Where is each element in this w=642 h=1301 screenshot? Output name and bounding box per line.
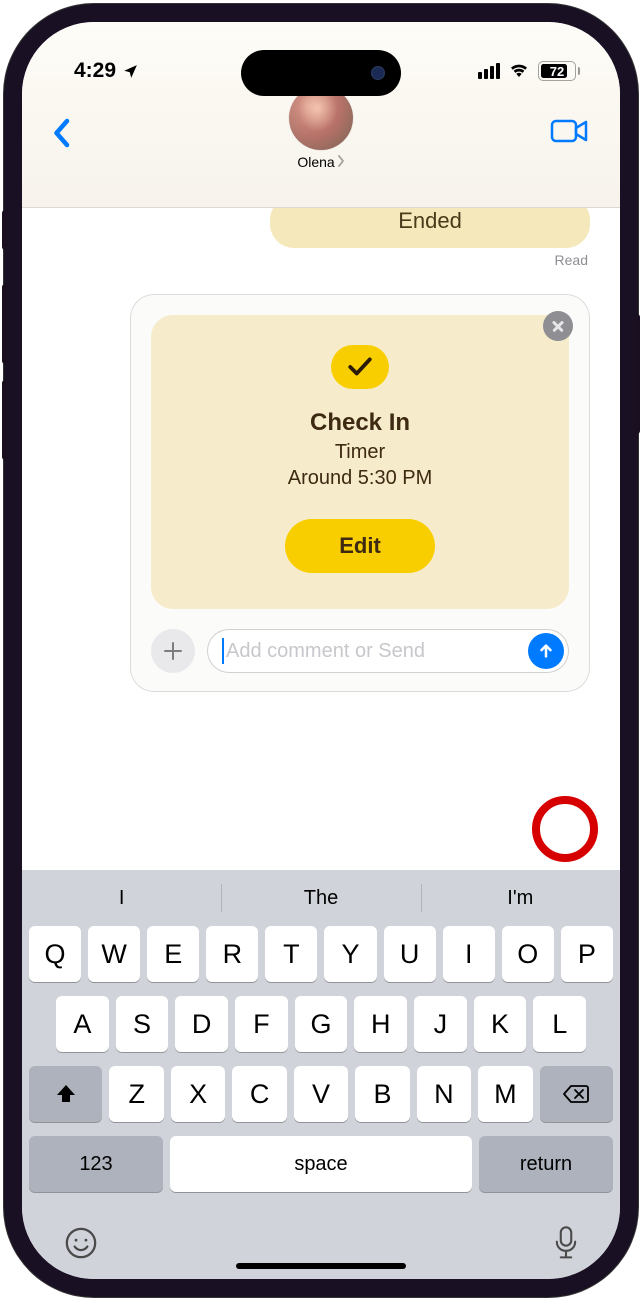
key[interactable]: W [88, 926, 140, 982]
key[interactable]: M [478, 1066, 532, 1122]
emoji-button[interactable] [64, 1226, 98, 1265]
key[interactable]: O [502, 926, 554, 982]
key[interactable]: B [355, 1066, 409, 1122]
key[interactable]: D [175, 996, 228, 1052]
plus-button[interactable] [151, 629, 195, 673]
dictation-button[interactable] [554, 1226, 578, 1265]
key[interactable]: R [206, 926, 258, 982]
wifi-icon [508, 61, 530, 82]
key[interactable]: J [414, 996, 467, 1052]
return-key[interactable]: return [479, 1136, 613, 1192]
key[interactable]: P [561, 926, 613, 982]
conversation-area: Ended Read Check In Timer Around 5:30 PM… [22, 208, 620, 870]
close-button[interactable] [543, 311, 573, 341]
status-time: 4:29 [74, 59, 116, 83]
message-input[interactable]: Add comment or Send [207, 629, 569, 673]
cellular-icon [478, 63, 500, 79]
key[interactable]: H [354, 996, 407, 1052]
annotation-highlight [532, 796, 598, 862]
read-receipt: Read [555, 252, 588, 268]
location-icon [122, 63, 139, 80]
message-bubble[interactable]: Ended [270, 208, 590, 248]
card-title: Check In [171, 409, 549, 437]
contact-info[interactable]: Olena [289, 86, 353, 170]
key[interactable]: F [235, 996, 288, 1052]
key[interactable]: Q [29, 926, 81, 982]
input-placeholder: Add comment or Send [226, 640, 425, 663]
check-icon [331, 345, 389, 389]
numbers-key[interactable]: 123 [29, 1136, 163, 1192]
key[interactable]: T [265, 926, 317, 982]
key[interactable]: S [116, 996, 169, 1052]
contact-name-label: Olena [297, 154, 334, 170]
key[interactable]: G [295, 996, 348, 1052]
key[interactable]: V [294, 1066, 348, 1122]
space-key[interactable]: space [170, 1136, 472, 1192]
suggestion[interactable]: I'm [421, 870, 620, 926]
back-button[interactable] [52, 102, 70, 153]
key[interactable]: N [417, 1066, 471, 1122]
key[interactable]: Y [324, 926, 376, 982]
card-line1: Timer [171, 439, 549, 465]
suggestion[interactable]: I [22, 870, 221, 926]
chevron-right-icon [337, 154, 345, 170]
dynamic-island [241, 50, 401, 96]
key[interactable]: X [171, 1066, 225, 1122]
key[interactable]: Z [109, 1066, 163, 1122]
send-button[interactable] [528, 633, 564, 669]
keyboard: I The I'm Q W E R T Y U I O P A S D F [22, 870, 620, 1279]
chat-header: Olena [22, 96, 620, 208]
edit-button[interactable]: Edit [285, 519, 435, 573]
checkin-card: Check In Timer Around 5:30 PM Edit [151, 315, 569, 609]
card-line2: Around 5:30 PM [171, 465, 549, 491]
checkin-attachment: Check In Timer Around 5:30 PM Edit Add c… [130, 294, 590, 692]
battery-icon: 72 [538, 61, 580, 81]
home-indicator[interactable] [236, 1263, 406, 1269]
key[interactable]: L [533, 996, 586, 1052]
key[interactable]: E [147, 926, 199, 982]
key[interactable]: U [384, 926, 436, 982]
suggestion[interactable]: The [221, 870, 420, 926]
key[interactable]: A [56, 996, 109, 1052]
facetime-button[interactable] [550, 102, 590, 149]
backspace-key[interactable] [540, 1066, 613, 1122]
key[interactable]: C [232, 1066, 286, 1122]
shift-key[interactable] [29, 1066, 102, 1122]
key[interactable]: K [474, 996, 527, 1052]
key[interactable]: I [443, 926, 495, 982]
